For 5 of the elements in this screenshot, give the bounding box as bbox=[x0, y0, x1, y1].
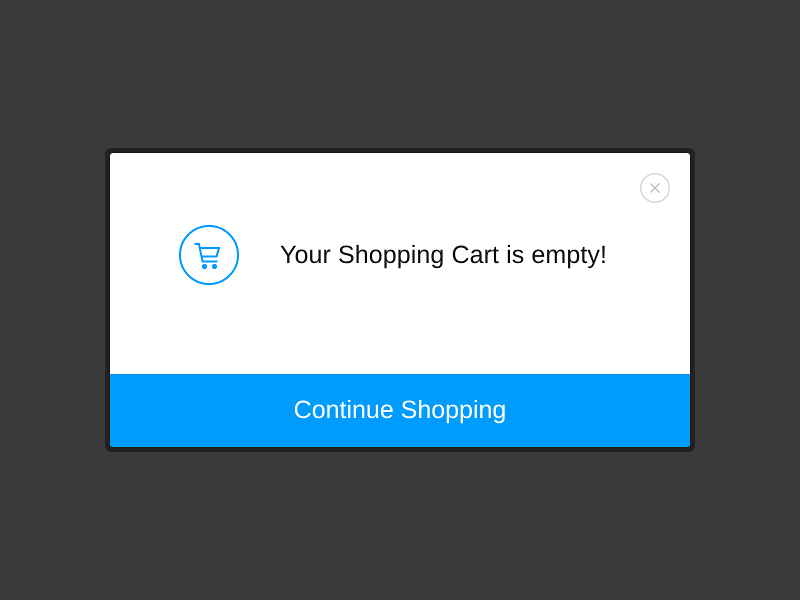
cart-icon bbox=[179, 225, 239, 285]
close-icon bbox=[640, 173, 670, 203]
continue-shopping-button[interactable]: Continue Shopping bbox=[110, 374, 690, 447]
close-button[interactable] bbox=[640, 173, 670, 203]
empty-cart-message: Your Shopping Cart is empty! bbox=[280, 240, 608, 270]
